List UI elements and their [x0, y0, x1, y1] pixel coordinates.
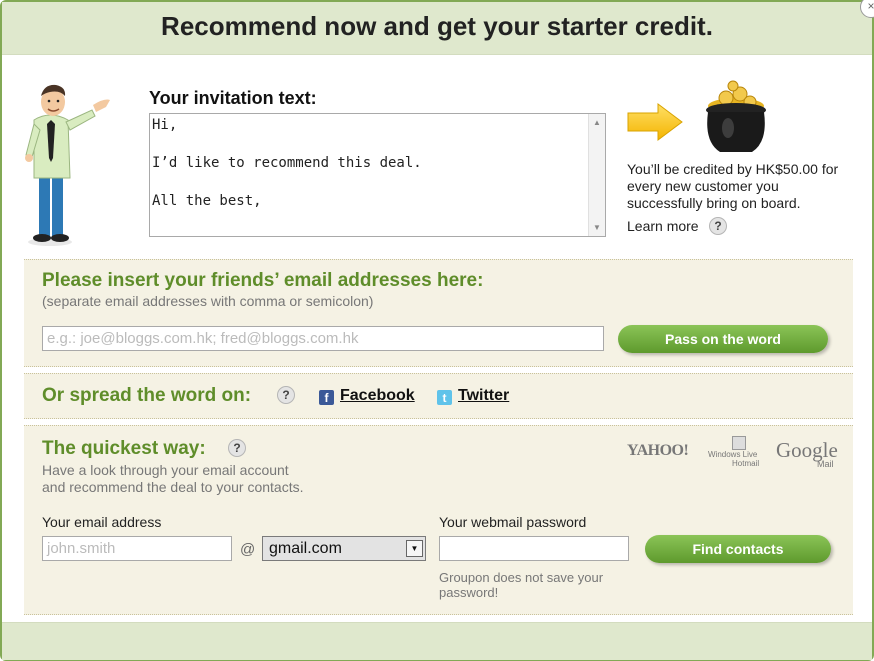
arrow-right-icon	[627, 103, 683, 141]
dialog-footer	[2, 622, 872, 660]
credit-description: You’ll be credited by HK$50.00 for every…	[627, 161, 839, 211]
email-address-label: Your email address	[42, 514, 162, 530]
dropdown-arrow-icon[interactable]: ▼	[406, 540, 423, 557]
help-icon[interactable]: ?	[228, 439, 246, 457]
invitation-label: Your invitation text:	[149, 88, 317, 108]
windows-live-text: Windows Live	[708, 450, 758, 459]
recommend-dialog: Recommend now and get your starter credi…	[0, 0, 874, 661]
spread-title: Or spread the word on:	[42, 385, 252, 406]
invitation-line	[152, 173, 587, 192]
friends-email-input[interactable]: e.g.: joe@bloggs.com.hk; fred@bloggs.com…	[42, 326, 604, 351]
find-contacts-button[interactable]: Find contacts	[645, 535, 831, 563]
friends-title: Please insert your friends’ email addres…	[42, 270, 484, 291]
scroll-down-icon[interactable]: ▼	[593, 223, 601, 232]
quickest-title: The quickest way:	[42, 438, 206, 459]
learn-more-link[interactable]: Learn more	[627, 218, 699, 234]
email-username-input[interactable]: john.smith	[42, 536, 232, 561]
spread-section: Or spread the word on: ? f Facebook t Tw…	[24, 373, 853, 419]
hotmail-text: Hotmail	[732, 459, 760, 468]
friends-section: Please insert your friends’ email addres…	[24, 259, 853, 367]
invitation-text: Hi, I’d like to recommend this deal. All…	[152, 116, 587, 211]
invitation-line: All the best,	[152, 193, 262, 209]
invitation-line: Hi,	[152, 117, 178, 133]
password-note: Groupon does not save your password!	[439, 570, 604, 600]
webmail-password-label: Your webmail password	[439, 514, 587, 530]
facebook-link[interactable]: Facebook	[340, 387, 415, 405]
quickest-description-line2: and recommend the deal to your contacts.	[42, 479, 304, 495]
dialog-title: Recommend now and get your starter credi…	[161, 11, 713, 41]
at-sign: @	[240, 541, 256, 558]
invitation-line: I’d like to recommend this deal.	[152, 155, 422, 171]
invitation-textarea[interactable]: Hi, I’d like to recommend this deal. All…	[149, 113, 606, 237]
friends-subtitle: (separate email addresses with comma or …	[42, 293, 374, 309]
pot-of-gold-icon	[706, 80, 766, 152]
twitter-icon[interactable]: t	[437, 390, 452, 405]
google-mail-text: Mail	[817, 459, 834, 469]
email-domain-value: gmail.com	[269, 540, 342, 557]
facebook-icon[interactable]: f	[319, 390, 334, 405]
yahoo-logo: YAHOO!	[627, 442, 689, 459]
dialog-header: Recommend now and get your starter credi…	[2, 2, 872, 55]
invitation-line	[152, 135, 587, 154]
pass-on-the-word-button[interactable]: Pass on the word	[618, 325, 828, 353]
quickest-description-line1: Have a look through your email account	[42, 462, 289, 478]
scroll-up-icon[interactable]: ▲	[593, 118, 601, 127]
help-icon[interactable]: ?	[709, 217, 727, 235]
twitter-link[interactable]: Twitter	[458, 387, 509, 405]
email-domain-select[interactable]: gmail.com ▼	[262, 536, 426, 561]
textarea-scrollbar[interactable]: ▲ ▼	[588, 114, 605, 236]
windows-flag-icon	[732, 436, 746, 450]
help-icon[interactable]: ?	[277, 386, 295, 404]
webmail-password-input[interactable]	[439, 536, 629, 561]
salesman-illustration	[25, 84, 110, 246]
windows-live-logo: Windows Live Hotmail	[708, 436, 768, 468]
